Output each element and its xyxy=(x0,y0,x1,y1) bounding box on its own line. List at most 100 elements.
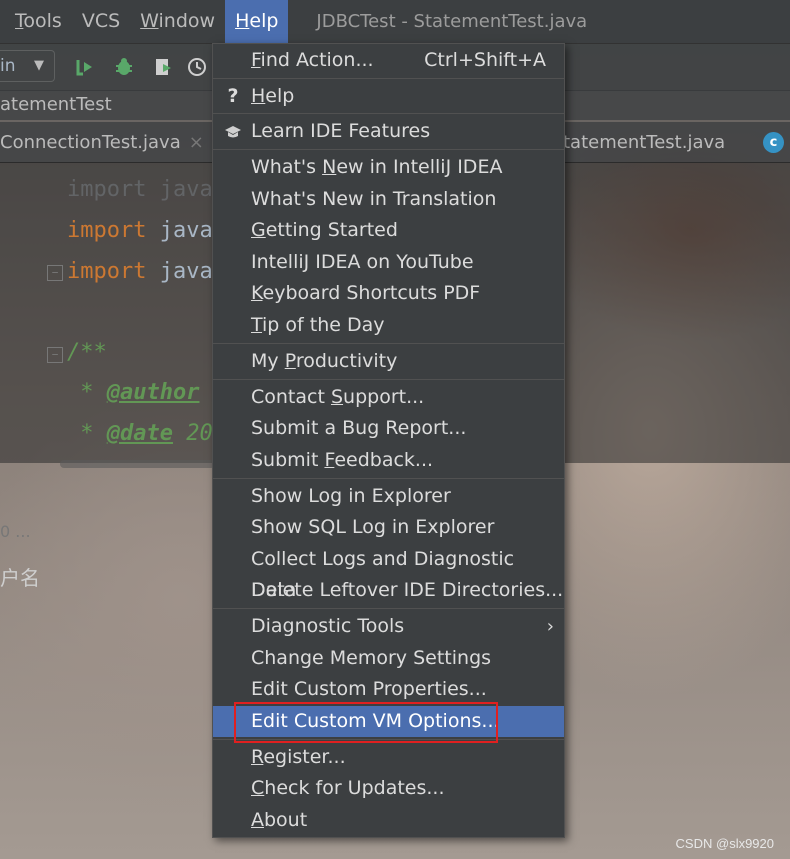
menu-item-label: Show SQL Log in Explorer xyxy=(251,516,495,538)
menu-separator xyxy=(213,379,564,380)
menu-item-label: Find Action... xyxy=(251,49,374,71)
menu-tools-label: ools xyxy=(23,10,62,32)
menu-item-label: Change Memory Settings xyxy=(251,647,492,669)
breadcrumb-item[interactable]: atementTest xyxy=(0,94,112,115)
coverage-icon[interactable] xyxy=(152,56,174,78)
menu-item-tip-of-the-day[interactable]: Tip of the Day xyxy=(213,310,564,341)
code-line: import java xyxy=(67,177,213,202)
tab-statement-test[interactable]: tatementTest.java xyxy=(563,122,725,164)
menu-item-label: Keyboard Shortcuts PDF xyxy=(251,282,481,304)
menu-item-show-log[interactable]: Show Log in Explorer xyxy=(213,481,564,512)
rerun-icon[interactable] xyxy=(74,56,96,78)
chevron-down-icon: ▼ xyxy=(34,58,44,73)
menu-item-label: Help xyxy=(251,85,295,107)
menu-item-getting-started[interactable]: Getting Started xyxy=(213,215,564,246)
tab-label: tatementTest.java xyxy=(563,132,726,153)
code-line: import java xyxy=(67,259,213,284)
menu-item-label: About xyxy=(251,809,308,831)
watermark: CSDN @slx9920 xyxy=(675,836,774,851)
code-text: java xyxy=(146,259,213,284)
menu-help[interactable]: Help xyxy=(225,0,289,43)
comment-text: * xyxy=(67,421,107,446)
menu-window-label: indow xyxy=(158,10,216,32)
menu-item-whats-new-translation[interactable]: What's New in Translation xyxy=(213,184,564,215)
tab-label: ConnectionTest.java xyxy=(0,132,181,153)
menu-item-find-action[interactable]: Find Action... Ctrl+Shift+A xyxy=(213,45,564,76)
fold-icon[interactable]: − xyxy=(47,347,63,363)
keyword: import xyxy=(67,218,147,243)
tab-connection-test[interactable]: ConnectionTest.java × xyxy=(0,122,204,164)
menu-item-label: Getting Started xyxy=(251,219,398,241)
menu-item-label: Tip of the Day xyxy=(251,314,385,336)
menu-item-label: Submit a Bug Report... xyxy=(251,417,467,439)
menu-item-label: Learn IDE Features xyxy=(251,120,431,142)
shortcut-label: Ctrl+Shift+A xyxy=(424,49,546,71)
run-panel-header: 0 ... xyxy=(0,522,31,541)
menu-item-register[interactable]: Register... xyxy=(213,742,564,773)
menu-item-show-sql-log[interactable]: Show SQL Log in Explorer xyxy=(213,512,564,543)
menu-item-label: My Productivity xyxy=(251,350,398,372)
menu-separator xyxy=(213,113,564,114)
comment-text: * xyxy=(67,380,107,405)
javadoc-tag: @author xyxy=(106,380,200,405)
menu-separator xyxy=(213,78,564,79)
menu-separator xyxy=(213,149,564,150)
menu-item-label: Contact Support... xyxy=(251,386,425,408)
code-line: import java xyxy=(67,218,213,243)
profiler-icon[interactable] xyxy=(186,56,208,78)
menu-item-label: Diagnostic Tools xyxy=(251,615,405,637)
code-line: /** xyxy=(67,340,107,365)
menu-item-edit-custom-properties[interactable]: Edit Custom Properties... xyxy=(213,674,564,705)
menu-item-help[interactable]: ? Help xyxy=(213,81,564,112)
menu-item-check-updates[interactable]: Check for Updates... xyxy=(213,773,564,804)
menu-vcs[interactable]: VCS xyxy=(72,0,130,43)
menu-vcs-label: VCS xyxy=(81,10,121,32)
menu-help-mnemonic: H xyxy=(235,10,250,32)
menu-item-label: Edit Custom Properties... xyxy=(251,678,487,700)
code-line: * @date 20 xyxy=(67,421,213,446)
debug-icon[interactable] xyxy=(113,56,135,78)
menu-separator xyxy=(213,343,564,344)
close-icon[interactable]: × xyxy=(189,132,204,153)
menu-window[interactable]: Window xyxy=(130,0,225,43)
menu-item-label: What's New in IntelliJ IDEA xyxy=(251,156,503,178)
graduation-cap-icon xyxy=(223,116,243,149)
menu-item-keyboard-shortcuts[interactable]: Keyboard Shortcuts PDF xyxy=(213,278,564,309)
menu-item-label: IntelliJ IDEA on YouTube xyxy=(251,251,474,273)
question-icon: ? xyxy=(227,85,239,107)
menu-item-label: Submit Feedback... xyxy=(251,449,434,471)
menu-item-submit-bug[interactable]: Submit a Bug Report... xyxy=(213,413,564,444)
code-line: * @author xyxy=(67,380,199,405)
javadoc-tag: @date xyxy=(106,421,173,446)
window-title: JDBCTest - StatementTest.java xyxy=(316,11,588,32)
comment-text: 20 xyxy=(172,421,213,446)
menu-item-delete-leftover[interactable]: Delete Leftover IDE Directories... xyxy=(213,575,564,606)
keyword: import xyxy=(67,259,147,284)
menu-item-my-productivity[interactable]: My Productivity xyxy=(213,346,564,377)
console-output: 户名 xyxy=(0,566,40,590)
menu-item-label: Show Log in Explorer xyxy=(251,485,451,507)
menu-item-diagnostic-tools[interactable]: Diagnostic Tools › xyxy=(213,611,564,642)
menu-item-about[interactable]: About xyxy=(213,805,564,836)
menu-item-whats-new-idea[interactable]: What's New in IntelliJ IDEA xyxy=(213,152,564,183)
menu-window-mnemonic: W xyxy=(140,10,159,32)
code-text: java xyxy=(146,218,213,243)
menu-separator xyxy=(213,478,564,479)
menu-item-youtube[interactable]: IntelliJ IDEA on YouTube xyxy=(213,247,564,278)
horizontal-scrollbar[interactable] xyxy=(60,460,215,468)
menu-item-label: Check for Updates... xyxy=(251,777,445,799)
fold-icon[interactable]: − xyxy=(47,265,63,281)
menu-item-learn-ide-features[interactable]: Learn IDE Features xyxy=(213,116,564,147)
menu-help-label: elp xyxy=(249,10,279,32)
menu-item-label: Register... xyxy=(251,746,346,768)
menu-separator xyxy=(213,608,564,609)
run-configuration-label: in xyxy=(0,56,16,76)
menu-tools[interactable]: Tools xyxy=(0,0,72,43)
menu-item-submit-feedback[interactable]: Submit Feedback... xyxy=(213,445,564,476)
run-configuration-dropdown[interactable]: in ▼ xyxy=(0,50,55,82)
menu-item-contact-support[interactable]: Contact Support... xyxy=(213,382,564,413)
annotation-highlight-box xyxy=(234,702,498,743)
menu-item-change-memory[interactable]: Change Memory Settings xyxy=(213,643,564,674)
menu-item-collect-logs[interactable]: Collect Logs and Diagnostic Data xyxy=(213,544,564,601)
menu-item-label: Delete Leftover IDE Directories... xyxy=(251,579,564,601)
